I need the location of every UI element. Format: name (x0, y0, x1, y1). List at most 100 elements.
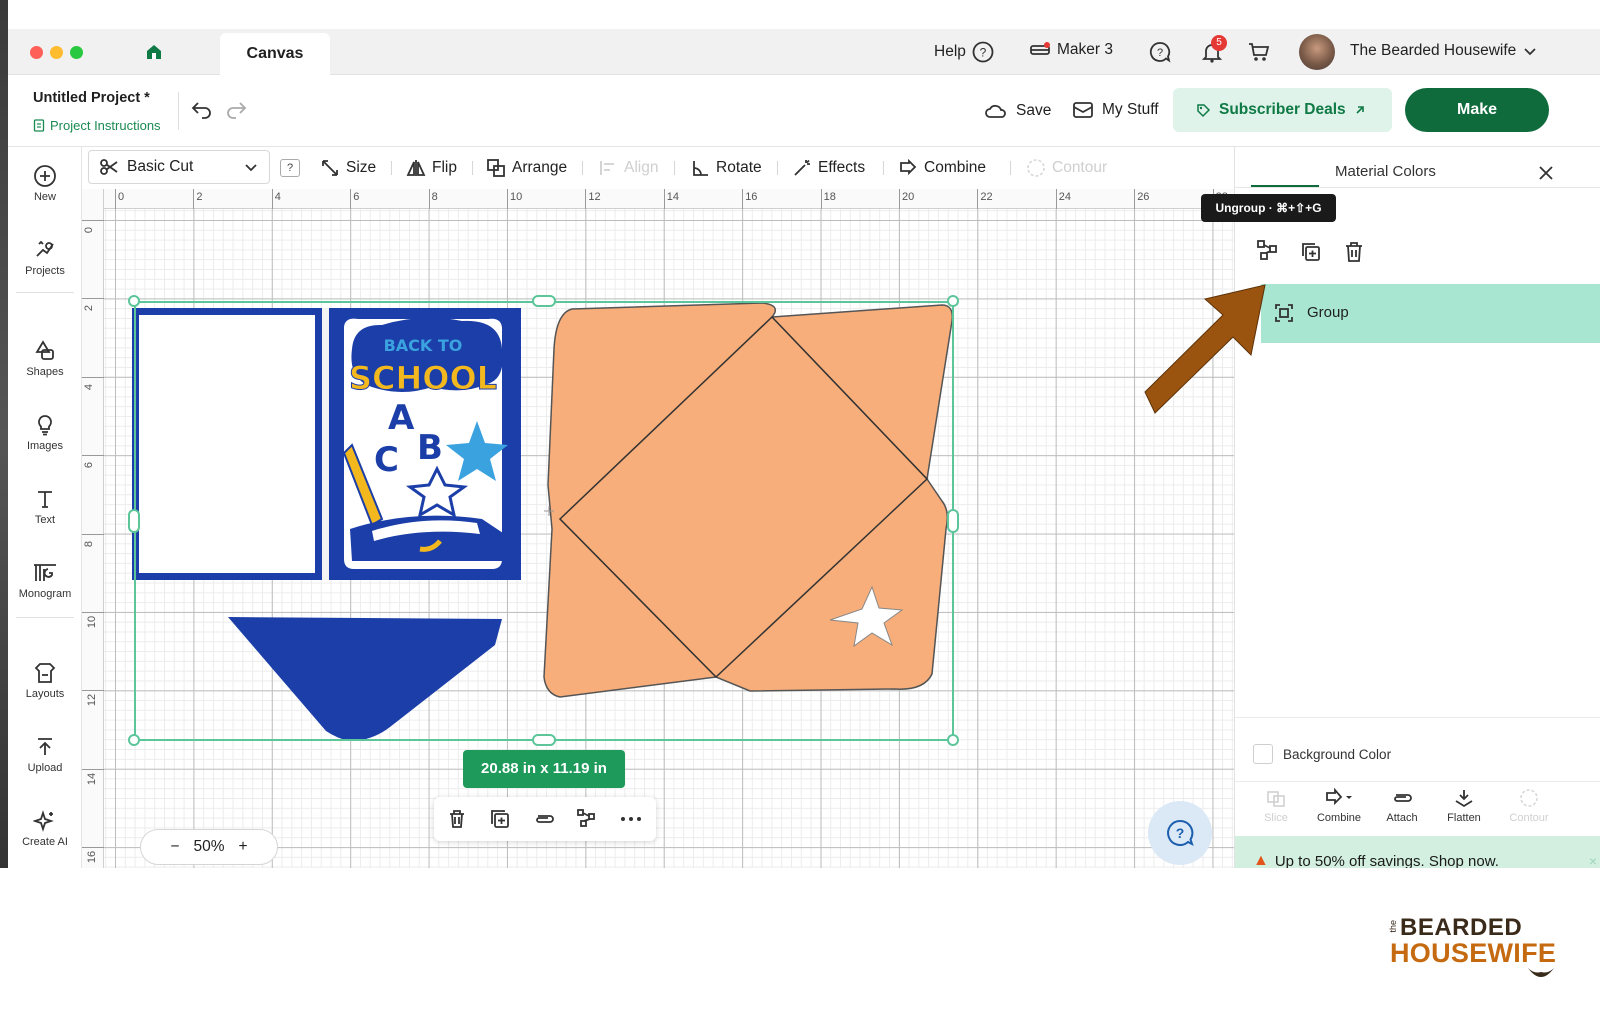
align-button[interactable]: Align (598, 158, 658, 178)
tab-canvas[interactable]: Canvas (220, 33, 330, 75)
sidebar-label-new: New (33, 191, 56, 203)
window-left-edge (0, 0, 8, 868)
user-avatar[interactable] (1299, 34, 1335, 70)
toolbar-separator (582, 161, 583, 175)
home-icon[interactable] (144, 42, 164, 67)
resize-handle-br[interactable] (947, 734, 959, 746)
redo-icon[interactable] (224, 99, 248, 124)
resize-handle-right[interactable] (947, 509, 959, 533)
text-icon (38, 491, 52, 508)
resize-handle-bottom[interactable] (532, 734, 556, 746)
operation-select[interactable]: Basic Cut (88, 150, 270, 184)
sidebar-item-text[interactable]: Text (8, 487, 82, 526)
sidebar-item-create-ai[interactable]: Create AI (8, 809, 82, 848)
zoom-window-button[interactable] (70, 46, 83, 59)
close-window-button[interactable] (30, 46, 43, 59)
support-chat-icon[interactable]: ? (1148, 40, 1172, 69)
promo-banner[interactable]: ▲ Up to 50% off savings. Shop now. × (1235, 836, 1600, 868)
undo-icon[interactable] (190, 99, 214, 124)
size-button[interactable]: Size (320, 158, 376, 178)
arrange-button[interactable]: Arrange (486, 158, 567, 178)
background-color-checkbox[interactable] (1253, 744, 1273, 764)
rotate-angle-icon (693, 161, 708, 176)
sidebar-item-new[interactable]: New (8, 164, 82, 203)
sidebar-item-layouts[interactable]: Layouts (8, 661, 82, 700)
subscriber-deals-button[interactable]: Subscriber Deals (1173, 88, 1392, 132)
document-icon (33, 119, 45, 132)
toolbar-separator (391, 161, 392, 175)
resize-handle-tl[interactable] (128, 295, 140, 307)
cloud-icon (985, 104, 1006, 118)
project-instructions-label: Project Instructions (50, 118, 161, 133)
machine-selector[interactable]: Maker 3 (1029, 41, 1113, 59)
save-button[interactable]: Save (984, 102, 1051, 120)
duplicate-layer-icon[interactable] (1299, 240, 1323, 264)
sidebar-label-create-ai: Create AI (22, 836, 68, 848)
sparkle-icon (33, 810, 54, 832)
more-options-icon[interactable] (618, 808, 644, 830)
sidebar-item-monogram[interactable]: Monogram (8, 561, 82, 600)
contour-panel-button[interactable]: Contour (1499, 787, 1559, 824)
ungroup-layer-icon[interactable] (1255, 238, 1281, 264)
toolbar-separator (777, 161, 778, 175)
promo-text: Up to 50% off savings. Shop now. (1274, 852, 1499, 869)
sidebar-item-upload[interactable]: Upload (8, 735, 82, 774)
tag-icon (1197, 104, 1211, 118)
cart-icon[interactable] (1247, 41, 1271, 68)
combine-button[interactable]: Combine (898, 158, 986, 178)
resize-handle-tr[interactable] (947, 295, 959, 307)
help-chat-button[interactable]: ? (1148, 801, 1212, 865)
delete-layer-icon[interactable] (1342, 240, 1366, 264)
effects-button[interactable]: Effects (792, 158, 865, 178)
svg-text:?: ? (980, 46, 987, 60)
contour-button[interactable]: Contour (1026, 158, 1107, 178)
arrange-label: Arrange (512, 159, 568, 176)
notifications-bell-icon[interactable]: 5 (1199, 35, 1227, 70)
sidebar-item-shapes[interactable]: Shapes (8, 339, 82, 378)
flip-button[interactable]: Flip (406, 158, 457, 178)
ungroup-icon[interactable] (575, 807, 599, 831)
machine-label: Maker 3 (1057, 41, 1113, 58)
project-instructions-link[interactable]: Project Instructions (33, 118, 161, 133)
dimensions-badge: 20.88 in x 11.19 in (463, 750, 625, 788)
combine-panel-button[interactable]: Combine (1309, 787, 1369, 824)
make-button[interactable]: Make (1405, 88, 1549, 132)
minimize-window-button[interactable] (50, 46, 63, 59)
duplicate-icon[interactable] (489, 808, 511, 830)
rotate-label: Rotate (716, 159, 762, 176)
help-button[interactable]: Help ? (934, 41, 994, 63)
resize-handle-bl[interactable] (128, 734, 140, 746)
resize-handle-left[interactable] (128, 509, 140, 533)
subscriber-deals-label: Subscriber Deals (1219, 101, 1346, 118)
my-stuff-button[interactable]: My Stuff (1072, 101, 1159, 119)
flatten-icon (1455, 790, 1473, 808)
layer-name: Group (1307, 304, 1349, 321)
upload-icon (38, 738, 52, 755)
zoom-in-button[interactable]: + (239, 838, 248, 856)
close-panel-icon[interactable] (1537, 164, 1555, 182)
resize-handle-top[interactable] (532, 295, 556, 307)
promo-close-icon[interactable]: × (1589, 853, 1597, 868)
background-color-label: Background Color (1283, 747, 1392, 762)
operation-help-button[interactable]: ? (280, 159, 300, 177)
selection-box[interactable] (134, 301, 954, 741)
sidebar-item-projects[interactable]: Projects (8, 238, 82, 277)
user-menu[interactable]: The Bearded Housewife (1350, 42, 1538, 60)
layer-row-group[interactable]: Group (1261, 284, 1600, 343)
panel-divider (1235, 781, 1600, 782)
design-canvas[interactable]: 0246810121416182022242628 0246810121416 … (82, 189, 1234, 868)
resize-arrows-icon (322, 160, 338, 176)
zoom-out-button[interactable]: − (170, 838, 179, 856)
attach-panel-button[interactable]: Attach (1375, 787, 1429, 824)
attach-icon[interactable] (532, 808, 556, 830)
contour-panel-label: Contour (1509, 812, 1549, 824)
trash-icon[interactable] (446, 808, 468, 830)
flatten-panel-button[interactable]: Flatten (1437, 787, 1491, 824)
slice-button[interactable]: Slice (1249, 787, 1303, 824)
contour-label: Contour (1052, 159, 1108, 176)
project-title[interactable]: Untitled Project * (33, 90, 150, 106)
material-colors-tab[interactable]: Material Colors (1335, 163, 1436, 180)
rotate-button[interactable]: Rotate (690, 158, 762, 178)
sidebar-item-images[interactable]: Images (8, 413, 82, 452)
toolbar-separator (1010, 161, 1011, 175)
